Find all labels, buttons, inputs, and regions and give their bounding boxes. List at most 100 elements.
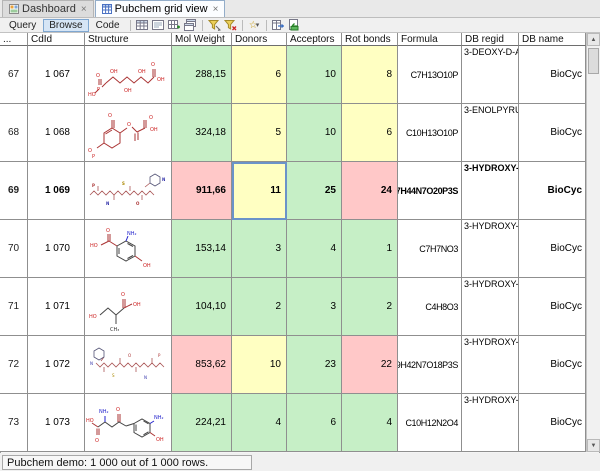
scroll-down-button[interactable]: ▼ [587,439,600,452]
rot-bonds-cell[interactable]: 22 [342,336,398,394]
db-regid-cell[interactable]: 3-HYDROXY-L-KYNU [462,394,519,452]
structure-cell[interactable]: OOOOHOP [85,104,172,162]
mol-weight-cell[interactable]: 104,10 [172,278,232,336]
rot-bonds-cell[interactable]: 8 [342,46,398,104]
cdid-cell[interactable]: 1 068 [28,104,85,162]
clear-filter-button[interactable] [223,19,238,32]
donors-cell[interactable]: 5 [232,104,287,162]
query-mode-button[interactable]: Query [3,19,42,32]
export-table-button[interactable] [271,19,286,32]
row-number[interactable]: 73 [0,394,28,452]
row-number[interactable]: 67 [0,46,28,104]
rot-bonds-cell[interactable]: 24 [342,162,398,220]
db-regid-cell[interactable]: 3-HYDROXY-ISOBUT [462,278,519,336]
mol-weight-cell[interactable]: 853,62 [172,336,232,394]
column-header-rownum[interactable]: ... [0,33,28,46]
acceptors-cell[interactable]: 10 [287,104,342,162]
browse-mode-button[interactable]: Browse [43,19,88,32]
formula-cell[interactable]: C7H7NO3 [398,220,462,278]
formula-cell[interactable]: C4H8O3 [398,278,462,336]
cdid-cell[interactable]: 1 067 [28,46,85,104]
row-number[interactable]: 71 [0,278,28,336]
row-number[interactable]: 69 [0,162,28,220]
code-mode-button[interactable]: Code [90,19,126,32]
acceptors-cell[interactable]: 25 [287,162,342,220]
column-header-mol-weight[interactable]: Mol Weight [172,33,232,46]
scrollbar-thumb[interactable] [588,48,599,74]
column-header-acceptors[interactable]: Acceptors [287,33,342,46]
rot-bonds-cell[interactable]: 6 [342,104,398,162]
formula-cell[interactable]: C10H12N2O4 [398,394,462,452]
structure-cell[interactable]: HOOONH₂NH₂OH [85,394,172,452]
cdid-cell[interactable]: 1 072 [28,336,85,394]
donors-cell-selected[interactable]: 11 [232,162,287,220]
tab-dashboard[interactable]: Dashboard × [2,0,94,17]
table-view-button[interactable] [135,19,150,32]
acceptors-cell[interactable]: 6 [287,394,342,452]
structure-cell[interactable]: HOPOOHOHOHOOH [85,46,172,104]
db-name-cell[interactable]: BioCyc [519,46,586,104]
donors-cell[interactable]: 6 [232,46,287,104]
formula-cell[interactable]: C29H42N7O18P3S [398,336,462,394]
formula-cell[interactable]: C7H13O10P [398,46,462,104]
edit-filter-button[interactable] [207,19,222,32]
mol-weight-cell[interactable]: 324,18 [172,104,232,162]
tab-pubchem-grid-view[interactable]: Pubchem grid view × [95,0,226,17]
column-header-db-regid[interactable]: DB regid [462,33,519,46]
db-name-cell[interactable]: BioCyc [519,278,586,336]
donors-cell[interactable]: 10 [232,336,287,394]
close-icon[interactable]: × [81,4,87,15]
formula-cell[interactable]: C27H44N7O20P3S [398,162,462,220]
db-name-cell[interactable]: BioCyc [519,104,586,162]
row-number[interactable]: 72 [0,336,28,394]
structure-cell[interactable]: NSONP [85,336,172,394]
donors-cell[interactable]: 2 [232,278,287,336]
db-regid-cell[interactable]: 3-DEOXY-D-ARABIN [462,46,519,104]
mol-weight-cell[interactable]: 153,14 [172,220,232,278]
form-view-button[interactable] [151,19,166,32]
new-grid-view-button[interactable] [167,19,182,32]
column-header-formula[interactable]: Formula [398,33,462,46]
close-icon[interactable]: × [213,4,219,15]
structure-cell[interactable]: PNSON [85,162,172,220]
cdid-cell[interactable]: 1 070 [28,220,85,278]
acceptors-cell[interactable]: 10 [287,46,342,104]
column-header-cdid[interactable]: CdId [28,33,85,46]
structure-cell[interactable]: HOOOHCH₃ [85,278,172,336]
mol-weight-cell[interactable]: 288,15 [172,46,232,104]
db-name-cell[interactable]: BioCyc [519,162,586,220]
rot-bonds-cell[interactable]: 2 [342,278,398,336]
db-regid-cell[interactable]: 3-ENOLPYRUVYL-SHI [462,104,519,162]
formula-cell[interactable]: C10H13O10P [398,104,462,162]
column-header-rot-bonds[interactable]: Rot bonds [342,33,398,46]
cdid-cell[interactable]: 1 071 [28,278,85,336]
window-layout-button[interactable] [183,19,198,32]
cdid-cell[interactable]: 1 069 [28,162,85,220]
acceptors-cell[interactable]: 4 [287,220,342,278]
rot-bonds-cell[interactable]: 4 [342,394,398,452]
row-number[interactable]: 70 [0,220,28,278]
vertical-scrollbar[interactable]: ▲ ▼ [586,33,600,452]
favorites-button[interactable]: ☆▾ [247,19,262,32]
mol-weight-cell[interactable]: 911,66 [172,162,232,220]
acceptors-cell[interactable]: 23 [287,336,342,394]
scroll-up-button[interactable]: ▲ [587,33,600,46]
db-name-cell[interactable]: BioCyc [519,394,586,452]
row-number[interactable]: 68 [0,104,28,162]
export-file-button[interactable] [287,19,302,32]
db-regid-cell[interactable]: 3-HYDROXY-ISOBUT [462,336,519,394]
acceptors-cell[interactable]: 3 [287,278,342,336]
db-name-cell[interactable]: BioCyc [519,220,586,278]
column-header-db-name[interactable]: DB name [519,33,586,46]
db-regid-cell[interactable]: 3-HYDROXY-3-METH [462,162,519,220]
cdid-cell[interactable]: 1 073 [28,394,85,452]
donors-cell[interactable]: 4 [232,394,287,452]
db-name-cell[interactable]: BioCyc [519,336,586,394]
rot-bonds-cell[interactable]: 1 [342,220,398,278]
structure-cell[interactable]: OHONH₂OH [85,220,172,278]
column-header-donors[interactable]: Donors [232,33,287,46]
column-header-structure[interactable]: Structure [85,33,172,46]
mol-weight-cell[interactable]: 224,21 [172,394,232,452]
db-regid-cell[interactable]: 3-HYDROXY-ANTHRA [462,220,519,278]
donors-cell[interactable]: 3 [232,220,287,278]
